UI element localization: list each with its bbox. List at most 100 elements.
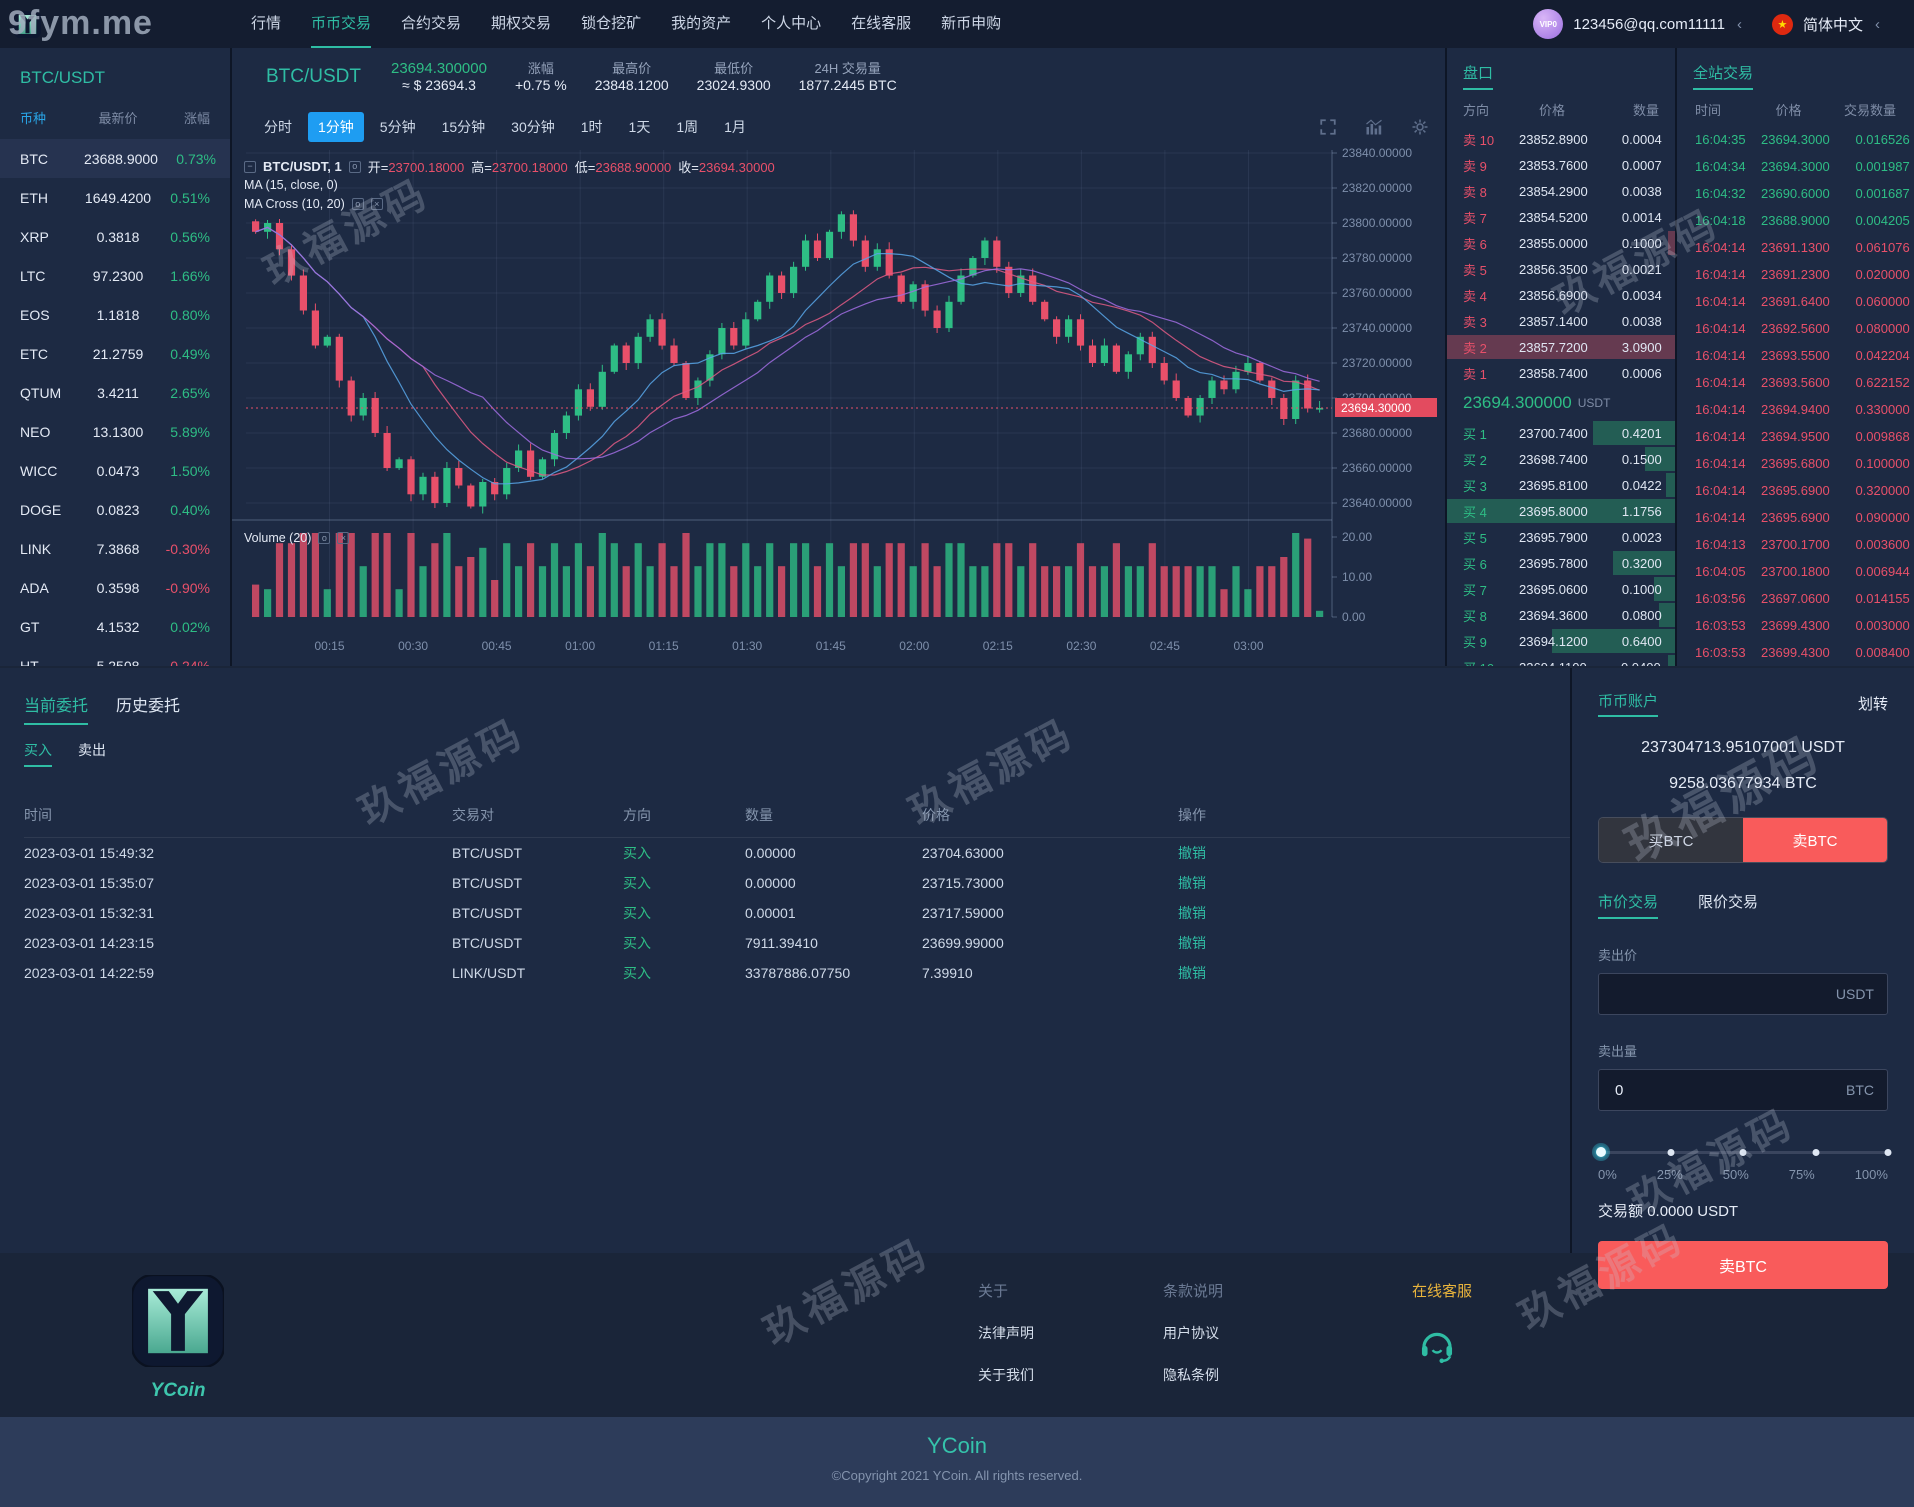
orderbook-sell-row-9[interactable]: 卖 923853.76000.0007 — [1447, 152, 1675, 178]
coin-row-ETH[interactable]: ETH1649.4200 0.51% — [0, 178, 230, 217]
timeframe-0[interactable]: 分时 — [254, 112, 302, 142]
orderbook-sell-row-5[interactable]: 卖 523856.35000.0021 — [1447, 256, 1675, 282]
cancel-order-link[interactable]: 撤销 — [1178, 903, 1546, 923]
settings-gear-icon[interactable] — [1411, 118, 1429, 136]
col-symbol[interactable]: 币种 — [20, 108, 84, 127]
nav-item-6[interactable]: 个人中心 — [761, 0, 821, 48]
slider-dot-100[interactable] — [1885, 1149, 1892, 1156]
chart-canvas[interactable]: 00:1500:3000:4501:0001:1501:3001:4502:00… — [232, 148, 1445, 666]
timeframe-2[interactable]: 5分钟 — [370, 112, 426, 142]
orderbook-buy-row-7[interactable]: 买 723695.06000.1000 — [1447, 576, 1675, 602]
coin-row-GT[interactable]: GT4.1532 0.02% — [0, 607, 230, 646]
orderbook-sell-row-1[interactable]: 卖 123858.74000.0006 — [1447, 360, 1675, 386]
footer-link[interactable]: 用户协议 — [1163, 1323, 1223, 1343]
timeframe-3[interactable]: 15分钟 — [432, 112, 496, 142]
orderbook-buy-row-9[interactable]: 买 923694.12000.6400 — [1447, 628, 1675, 654]
user-email[interactable]: 123456@qq.com11111 — [1573, 16, 1725, 33]
sell-btc-toggle[interactable]: 卖BTC — [1743, 818, 1887, 862]
coin-row-XRP[interactable]: XRP0.3818 0.56% — [0, 217, 230, 256]
coin-row-ADA[interactable]: ADA0.3598 -0.90% — [0, 568, 230, 607]
cancel-order-link[interactable]: 撤销 — [1178, 873, 1546, 893]
orderbook-sell-row-4[interactable]: 卖 423856.69000.0034 — [1447, 282, 1675, 308]
orders-side-tab-1[interactable]: 卖出 — [78, 740, 106, 767]
language-selector[interactable]: 简体中文 — [1803, 14, 1863, 35]
timeframe-4[interactable]: 30分钟 — [501, 112, 565, 142]
fullscreen-icon[interactable] — [1319, 118, 1337, 136]
mode-tab-0[interactable]: 市价交易 — [1598, 891, 1658, 919]
orderbook-sell-row-8[interactable]: 卖 823854.29000.0038 — [1447, 178, 1675, 204]
timeframe-1[interactable]: 1分钟 — [308, 112, 364, 142]
footer-link[interactable]: 关于我们 — [978, 1365, 1034, 1385]
coin-row-QTUM[interactable]: QTUM3.4211 2.65% — [0, 373, 230, 412]
timeframe-7[interactable]: 1周 — [666, 112, 708, 142]
avatar[interactable]: VIP0 — [1533, 9, 1563, 39]
coin-row-WICC[interactable]: WICC0.0473 1.50% — [0, 451, 230, 490]
orders-tab-0[interactable]: 当前委托 — [24, 692, 88, 725]
coin-row-EOS[interactable]: EOS1.1818 0.80% — [0, 295, 230, 334]
nav-item-4[interactable]: 锁仓挖矿 — [581, 0, 641, 48]
col-price[interactable]: 最新价 — [84, 108, 152, 127]
collapse-icon[interactable]: − — [244, 161, 256, 173]
orderbook-buys: 买 123700.74000.4201 买 223698.74000.1500 … — [1447, 420, 1675, 666]
nav-item-7[interactable]: 在线客服 — [851, 0, 911, 48]
col-change[interactable]: 涨幅 — [152, 108, 210, 127]
coin-row-BTC[interactable]: BTC23688.9000 0.73% — [0, 139, 230, 178]
orderbook-title[interactable]: 盘口 — [1463, 62, 1493, 90]
coin-row-DOGE[interactable]: DOGE0.0823 0.40% — [0, 490, 230, 529]
amount-slider[interactable] — [1598, 1145, 1888, 1159]
orderbook-sell-row-7[interactable]: 卖 723854.52000.0014 — [1447, 204, 1675, 230]
nav-item-8[interactable]: 新币申购 — [941, 0, 1001, 48]
legend-settings-icon[interactable]: o — [349, 161, 361, 173]
coin-row-ETC[interactable]: ETC21.2759 0.49% — [0, 334, 230, 373]
transfer-link[interactable]: 划转 — [1858, 693, 1888, 714]
slider-dot-75[interactable] — [1812, 1149, 1819, 1156]
coin-row-LTC[interactable]: LTC97.2300 1.66% — [0, 256, 230, 295]
coin-row-HT[interactable]: HT5.2508 -0.24% — [0, 646, 230, 666]
orders-tab-1[interactable]: 历史委托 — [116, 692, 180, 725]
nav-item-5[interactable]: 我的资产 — [671, 0, 731, 48]
slider-dot-50[interactable] — [1740, 1149, 1747, 1156]
orderbook-buy-row-6[interactable]: 买 623695.78000.3200 — [1447, 550, 1675, 576]
orderbook-buy-row-2[interactable]: 买 223698.74000.1500 — [1447, 446, 1675, 472]
slider-thumb[interactable] — [1592, 1143, 1610, 1161]
nav-item-1[interactable]: 币币交易 — [311, 0, 371, 48]
volume-close-icon[interactable]: × — [337, 532, 349, 544]
orderbook-buy-row-3[interactable]: 买 323695.81000.0422 — [1447, 472, 1675, 498]
cancel-order-link[interactable]: 撤销 — [1178, 963, 1546, 983]
indicator-icon[interactable] — [1365, 118, 1383, 136]
nav-item-0[interactable]: 行情 — [251, 0, 281, 48]
coin-row-LINK[interactable]: LINK7.3868 -0.30% — [0, 529, 230, 568]
timeframe-6[interactable]: 1天 — [619, 112, 661, 142]
online-support-link[interactable]: 在线客服 — [1412, 1280, 1472, 1301]
volume-settings-icon[interactable]: o — [318, 532, 330, 544]
orderbook-buy-row-1[interactable]: 买 123700.74000.4201 — [1447, 420, 1675, 446]
footer-link[interactable]: 隐私条例 — [1163, 1365, 1223, 1385]
candlestick-chart[interactable]: − BTC/USDT, 1 o 开=23700.18000 高=23700.18… — [232, 148, 1445, 666]
orderbook-sell-row-3[interactable]: 卖 323857.14000.0038 — [1447, 308, 1675, 334]
headset-icon[interactable] — [1416, 1323, 1458, 1365]
nav-item-2[interactable]: 合约交易 — [401, 0, 461, 48]
slider-dot-25[interactable] — [1667, 1149, 1674, 1156]
orderbook-buy-row-10[interactable]: 买 1023694.11000.0400 — [1447, 654, 1675, 666]
cancel-order-link[interactable]: 撤销 — [1178, 933, 1546, 953]
cancel-order-link[interactable]: 撤销 — [1178, 843, 1546, 863]
spot-account-link[interactable]: 币币账户 — [1598, 690, 1658, 717]
nav-item-3[interactable]: 期权交易 — [491, 0, 551, 48]
orderbook-sell-row-10[interactable]: 卖 1023852.89000.0004 — [1447, 126, 1675, 152]
buy-btc-toggle[interactable]: 买BTC — [1599, 818, 1743, 862]
ma-close-icon[interactable]: × — [371, 198, 383, 210]
mode-tab-1[interactable]: 限价交易 — [1698, 891, 1758, 919]
orderbook-buy-row-4[interactable]: 买 423695.80001.1756 — [1447, 498, 1675, 524]
footer-link[interactable]: 法律声明 — [978, 1323, 1034, 1343]
trades-title[interactable]: 全站交易 — [1693, 62, 1753, 90]
timeframe-8[interactable]: 1月 — [714, 112, 756, 142]
ma-settings-icon[interactable]: o — [352, 198, 364, 210]
orderbook-buy-row-5[interactable]: 买 523695.79000.0023 — [1447, 524, 1675, 550]
orderbook-buy-row-8[interactable]: 买 823694.36000.0800 — [1447, 602, 1675, 628]
timeframe-5[interactable]: 1时 — [571, 112, 613, 142]
orders-side-tab-0[interactable]: 买入 — [24, 740, 52, 767]
sell-amount-input[interactable] — [1598, 1069, 1888, 1111]
coin-row-NEO[interactable]: NEO13.1300 5.89% — [0, 412, 230, 451]
orderbook-sell-row-6[interactable]: 卖 623855.00000.1000 — [1447, 230, 1675, 256]
orderbook-sell-row-2[interactable]: 卖 223857.72003.0900 — [1447, 334, 1675, 360]
